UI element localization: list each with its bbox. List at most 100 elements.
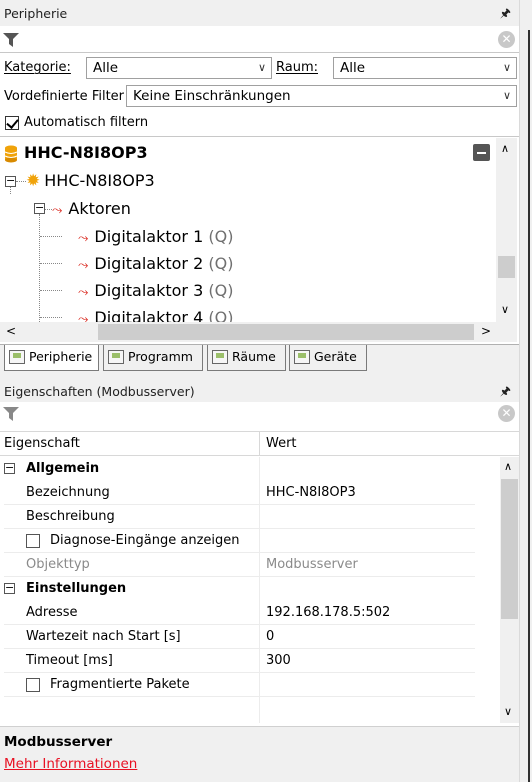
tab-peripherie[interactable]: Peripherie (4, 345, 99, 371)
scroll-thumb[interactable] (501, 479, 518, 619)
tree-group-label: Aktoren (68, 199, 131, 218)
tree-item-label: Digitalaktor 1 (94, 227, 204, 246)
properties-filter-row[interactable]: ✕ (0, 402, 519, 426)
tab-raeume-icon (212, 350, 228, 364)
property-name: Objekttyp (26, 557, 90, 572)
tab-raeume[interactable]: Räume (207, 345, 286, 371)
raum-value: Alle (340, 60, 366, 76)
tree-group-node[interactable]: ⤳ Aktoren (52, 195, 131, 222)
category-label: Einstellungen (26, 581, 127, 596)
property-name: Bezeichnung (26, 485, 110, 500)
tab-peripherie-icon (9, 350, 25, 364)
more-info-link[interactable]: Mehr Informationen (4, 756, 137, 772)
chevron-down-icon[interactable]: ∨ (504, 705, 512, 718)
property-name: Wartezeit nach Start [s] (26, 629, 181, 644)
property-grid-header: Eigenschaft Wert (0, 431, 519, 456)
tree-line (40, 317, 62, 318)
chevron-up-icon[interactable]: ∧ (504, 460, 512, 473)
chevron-down-icon: ∨ (257, 61, 266, 74)
tree-item[interactable]: ⤳ Digitalaktor 3 (Q) (78, 277, 233, 304)
vordefinierte-filter-select[interactable]: Keine Einschränkungen ∨ (126, 85, 517, 107)
tree-expander[interactable]: − (34, 202, 45, 214)
auto-filter-checkbox[interactable] (5, 116, 19, 130)
chevron-right-icon[interactable]: > (481, 324, 491, 338)
tab-peripherie-label: Peripherie (29, 349, 93, 364)
chevron-up-icon[interactable]: ∧ (501, 142, 509, 155)
chevron-left-icon[interactable]: < (6, 324, 16, 338)
clear-filter-icon[interactable]: ✕ (498, 31, 515, 48)
column-divider[interactable] (259, 432, 260, 456)
chevron-down-icon[interactable]: ∨ (501, 303, 509, 316)
category-einstellungen[interactable]: − Einstellungen (4, 577, 475, 601)
tab-programm[interactable]: Programm (103, 345, 203, 371)
category-label: Allgemein (26, 461, 100, 476)
tab-geraete-label: Geräte (314, 349, 357, 364)
tree-item[interactable]: ⤳ Digitalaktor 1 (Q) (78, 223, 233, 250)
property-value[interactable]: 0 (266, 625, 274, 649)
divider (0, 136, 519, 137)
tab-geraete-icon (294, 350, 310, 364)
pin-icon[interactable]: 🖈 (500, 4, 511, 25)
property-name: Timeout [ms] (26, 653, 113, 668)
chevron-down-icon: ∨ (502, 89, 511, 102)
kategorie-label: Kategorie: (4, 60, 71, 75)
property-value[interactable]: 192.168.178.5:502 (266, 601, 390, 625)
property-row[interactable]: Wartezeit nach Start [s] 0 (4, 625, 475, 649)
divider (0, 52, 519, 53)
collapse-icon[interactable]: − (4, 582, 15, 594)
property-name: Diagnose-Eingänge anzeigen (50, 533, 240, 548)
kategorie-select[interactable]: Alle ∨ (86, 57, 272, 79)
property-name: Fragmentierte Pakete (50, 677, 190, 692)
tree-expander[interactable]: − (5, 175, 16, 187)
raum-select[interactable]: Alle ∨ (333, 57, 517, 79)
clear-filter-icon[interactable]: ✕ (498, 405, 515, 422)
property-row[interactable]: Timeout [ms] 300 (4, 649, 475, 673)
tree-horizontal-scrollbar[interactable]: < > (0, 322, 496, 342)
filter-icon (3, 407, 19, 421)
scroll-thumb[interactable] (498, 256, 515, 278)
fragmentiert-checkbox[interactable] (26, 678, 40, 692)
tree-line (44, 209, 52, 210)
tree-line (39, 214, 40, 324)
actor-icon: ⤳ (52, 203, 63, 218)
property-row[interactable]: Fragmentierte Pakete (4, 673, 475, 697)
property-row[interactable]: Adresse 192.168.178.5:502 (4, 601, 475, 625)
tree-root-node[interactable]: HHC-N8I8OP3 (4, 139, 148, 166)
actor-icon: ⤳ (78, 285, 89, 300)
property-row[interactable]: Beschreibung (4, 505, 475, 529)
peripherie-title: Peripherie (4, 5, 68, 21)
peripherie-filter-row[interactable]: ✕ (0, 28, 519, 52)
category-allgemein[interactable]: − Allgemein (4, 457, 475, 481)
property-row[interactable]: Diagnose-Eingänge anzeigen (4, 529, 475, 553)
diagnose-checkbox[interactable] (26, 534, 40, 548)
pin-icon[interactable]: 🖈 (500, 382, 511, 403)
database-icon (4, 145, 18, 162)
scroll-thumb[interactable] (98, 324, 474, 340)
raum-label: Raum: (276, 60, 318, 75)
info-title: Modbusserver (4, 734, 113, 750)
property-value: Modbusserver (266, 557, 358, 572)
tab-programm-icon (108, 350, 124, 364)
col-wert[interactable]: Wert (266, 436, 297, 451)
tab-geraete[interactable]: Geräte (289, 345, 367, 371)
tree-device-node[interactable]: ✹ HHC-N8I8OP3 (26, 167, 155, 194)
tree-line (40, 236, 62, 237)
tree-item[interactable]: ⤳ Digitalaktor 4 (Q) (78, 304, 233, 324)
property-value[interactable]: HHC-N8I8OP3 (266, 481, 356, 505)
tree-item[interactable]: ⤳ Digitalaktor 2 (Q) (78, 250, 233, 277)
property-value[interactable]: 300 (266, 649, 291, 673)
properties-title: Eigenschaften (Modbusserver) (4, 383, 195, 399)
collapse-all-button[interactable] (473, 144, 490, 161)
tree-item-suffix: (Q) (208, 254, 234, 273)
col-eigenschaft[interactable]: Eigenschaft (4, 436, 80, 451)
collapse-icon[interactable]: − (4, 462, 15, 474)
property-row[interactable]: Bezeichnung HHC-N8I8OP3 (4, 481, 475, 505)
properties-titlebar: Eigenschaften (Modbusserver) 🖈 (0, 378, 519, 404)
peripherie-titlebar: Peripherie 🖈 (0, 0, 519, 26)
tree-item-suffix: (Q) (208, 281, 234, 300)
tree-vertical-scrollbar[interactable]: ∧ ∨ (496, 138, 517, 324)
tree-view[interactable]: HHC-N8I8OP3 − ✹ HHC-N8I8OP3 − ⤳ Aktoren ⤳ D… (0, 138, 519, 324)
properties-vertical-scrollbar[interactable]: ∧ ∨ (500, 457, 519, 723)
actor-icon: ⤳ (78, 231, 89, 246)
tree-line (16, 181, 26, 182)
